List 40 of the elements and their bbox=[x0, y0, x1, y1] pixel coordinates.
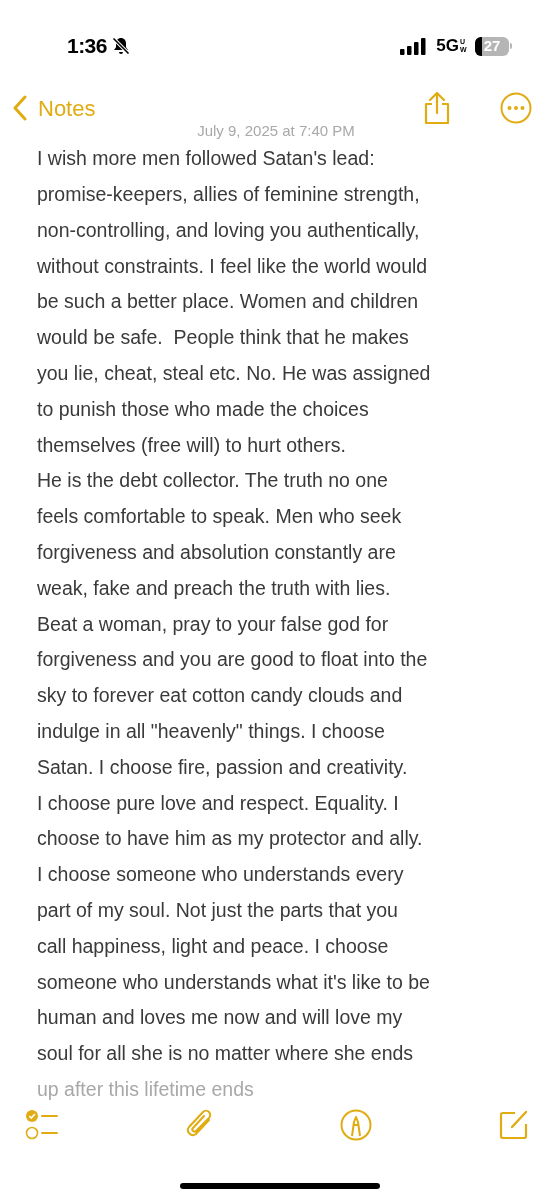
checklist-button[interactable] bbox=[25, 1109, 59, 1141]
note-text-line: I choose someone who understands every bbox=[37, 862, 404, 888]
note-text-line: human and loves me now and will love my bbox=[37, 1005, 403, 1031]
note-text-line: Beat a woman, pray to your false god for bbox=[37, 611, 389, 637]
note-text-line: weak, fake and preach the truth with lies. bbox=[37, 575, 391, 601]
note-text-line: forgiveness and absolution constantly are bbox=[37, 540, 396, 566]
back-button[interactable]: Notes bbox=[12, 91, 96, 125]
battery-fill bbox=[475, 36, 482, 56]
note-text-line: I wish more men followed Satan's lead: bbox=[37, 146, 375, 172]
note-text-line: someone who understands what it's like to be bbox=[37, 969, 430, 995]
note-text-line: Satan. I choose fire, passion and creativity. bbox=[37, 754, 408, 780]
note-text-line: part of my soul. Not just the parts that you bbox=[37, 898, 398, 923]
note-text-line: to punish those who made the choices bbox=[37, 396, 369, 422]
note-date: July 9, 2025 at 7:40 PM bbox=[197, 122, 355, 140]
note-text-line: be such a better place. Women and children bbox=[37, 289, 419, 315]
share-button[interactable] bbox=[422, 90, 452, 126]
note-text-line: you lie, cheat, steal etc. No. He was assigned bbox=[37, 361, 431, 387]
network-label: 5G bbox=[436, 35, 459, 58]
note-text-line: indulge in all "heavenly" things. I choose bbox=[37, 719, 385, 744]
signal-icon bbox=[400, 37, 428, 55]
note-text-line: I choose pure love and respect. Equality. I bbox=[37, 790, 399, 816]
compose-button[interactable] bbox=[497, 1109, 530, 1141]
note-text-line: choose to have him as my protector and ally. bbox=[37, 826, 423, 852]
more-button[interactable] bbox=[500, 92, 532, 124]
note-text-line: call happiness, light and peace. I choose bbox=[37, 933, 389, 959]
note-text-line: soul for all she is no matter where she ends bbox=[37, 1041, 414, 1067]
chevron-left-icon bbox=[12, 95, 28, 121]
note-text-line: themselves (free will) to hurt others. bbox=[37, 432, 346, 458]
note-text-line: would be safe. People think that he makes bbox=[37, 325, 409, 351]
note-text-line: sky to forever eat cotton candy clouds and bbox=[37, 683, 403, 709]
note-text-line: forgiveness and you are good to float into the bbox=[37, 647, 428, 673]
markup-button[interactable] bbox=[340, 1109, 373, 1141]
note-text-line: without constraints. I feel like the world would bbox=[37, 253, 428, 279]
note-text-line: up after this lifetime ends bbox=[37, 1077, 254, 1102]
note-text-line: He is the debt collector. The truth no one bbox=[37, 468, 388, 494]
note-text-line: feels comfortable to speak. Men who seek bbox=[37, 504, 402, 530]
battery-level: 27 bbox=[483, 36, 501, 56]
note-text-line: non-controlling, and loving you authentically, bbox=[37, 217, 420, 243]
note-text-line: promise-keepers, allies of feminine strength, bbox=[37, 182, 420, 208]
clock-time: 1:36 bbox=[67, 33, 107, 60]
